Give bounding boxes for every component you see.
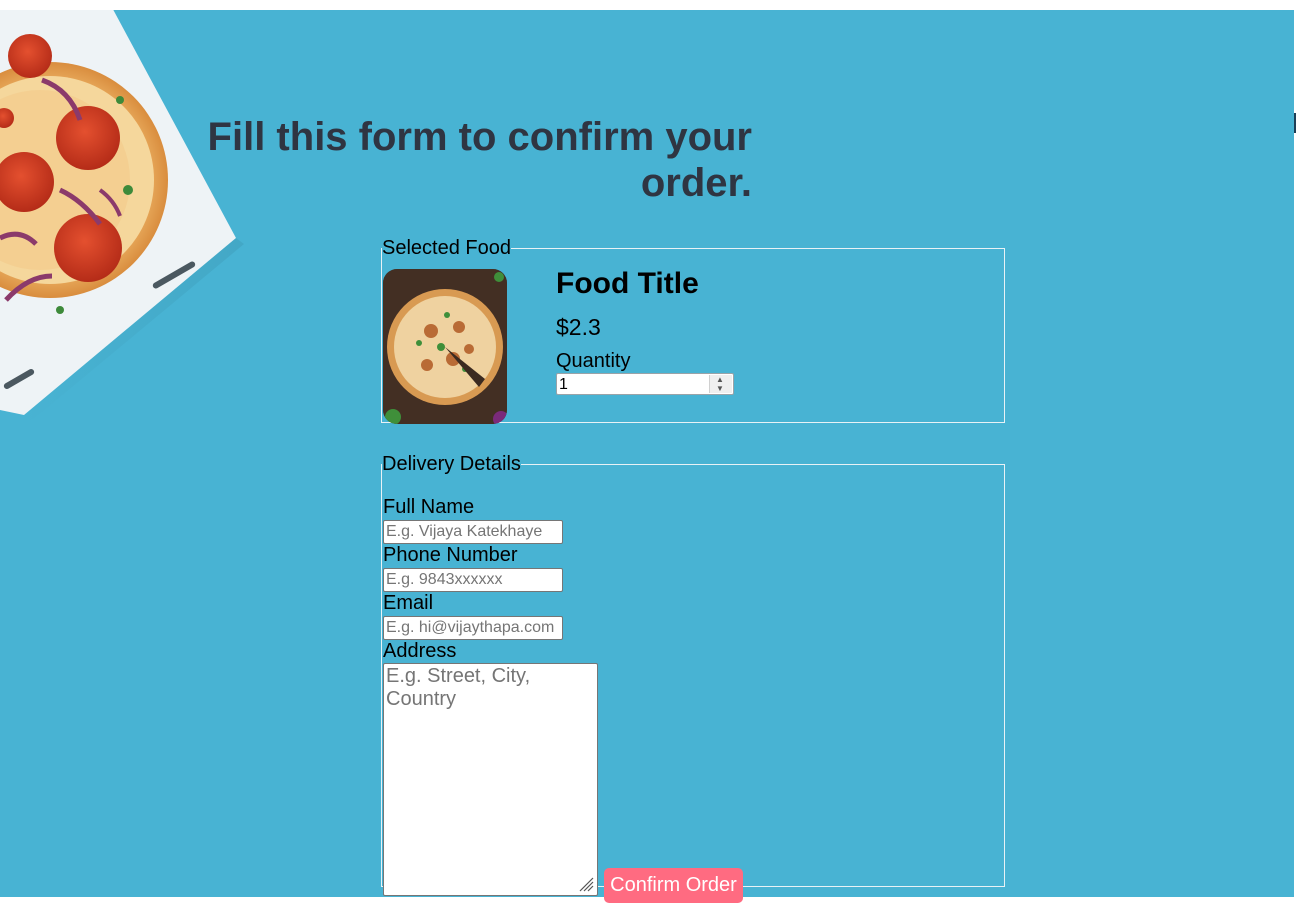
address-label: Address (383, 640, 457, 662)
full-name-label: Full Name (383, 496, 475, 518)
selected-food-legend: Selected Food (382, 237, 511, 259)
page-title: Fill this form to confirm your order. (207, 115, 752, 205)
phone-number-input[interactable] (383, 568, 563, 592)
full-name-input[interactable] (383, 520, 563, 544)
pizza-photo-icon (383, 269, 507, 424)
food-title: Food Title (556, 267, 699, 300)
food-price: $2.3 (556, 314, 601, 340)
address-textarea[interactable] (383, 663, 598, 896)
email-label: Email (383, 592, 434, 614)
food-image (383, 269, 507, 424)
resize-handle-icon[interactable] (578, 876, 594, 892)
quantity-spin-buttons[interactable]: ▲ ▼ (709, 375, 732, 393)
chevron-down-icon[interactable]: ▼ (716, 385, 724, 393)
delivery-details-fieldset: Delivery Details Full Name Phone Number … (381, 453, 1005, 903)
quantity-value: 1 (559, 376, 568, 393)
confirm-order-button[interactable]: Confirm Order (604, 868, 743, 903)
pizza-box-illustration (0, 10, 244, 422)
quantity-stepper[interactable]: 1 ▲ ▼ (556, 373, 734, 395)
phone-number-label: Phone Number (383, 544, 518, 566)
quantity-label: Quantity (556, 350, 631, 372)
delivery-details-legend: Delivery Details (382, 453, 521, 475)
email-input[interactable] (383, 616, 563, 640)
chevron-up-icon[interactable]: ▲ (716, 376, 724, 384)
selected-food-fieldset: Selected Food Food Title $2.3 Quantity 1 (381, 237, 1005, 424)
